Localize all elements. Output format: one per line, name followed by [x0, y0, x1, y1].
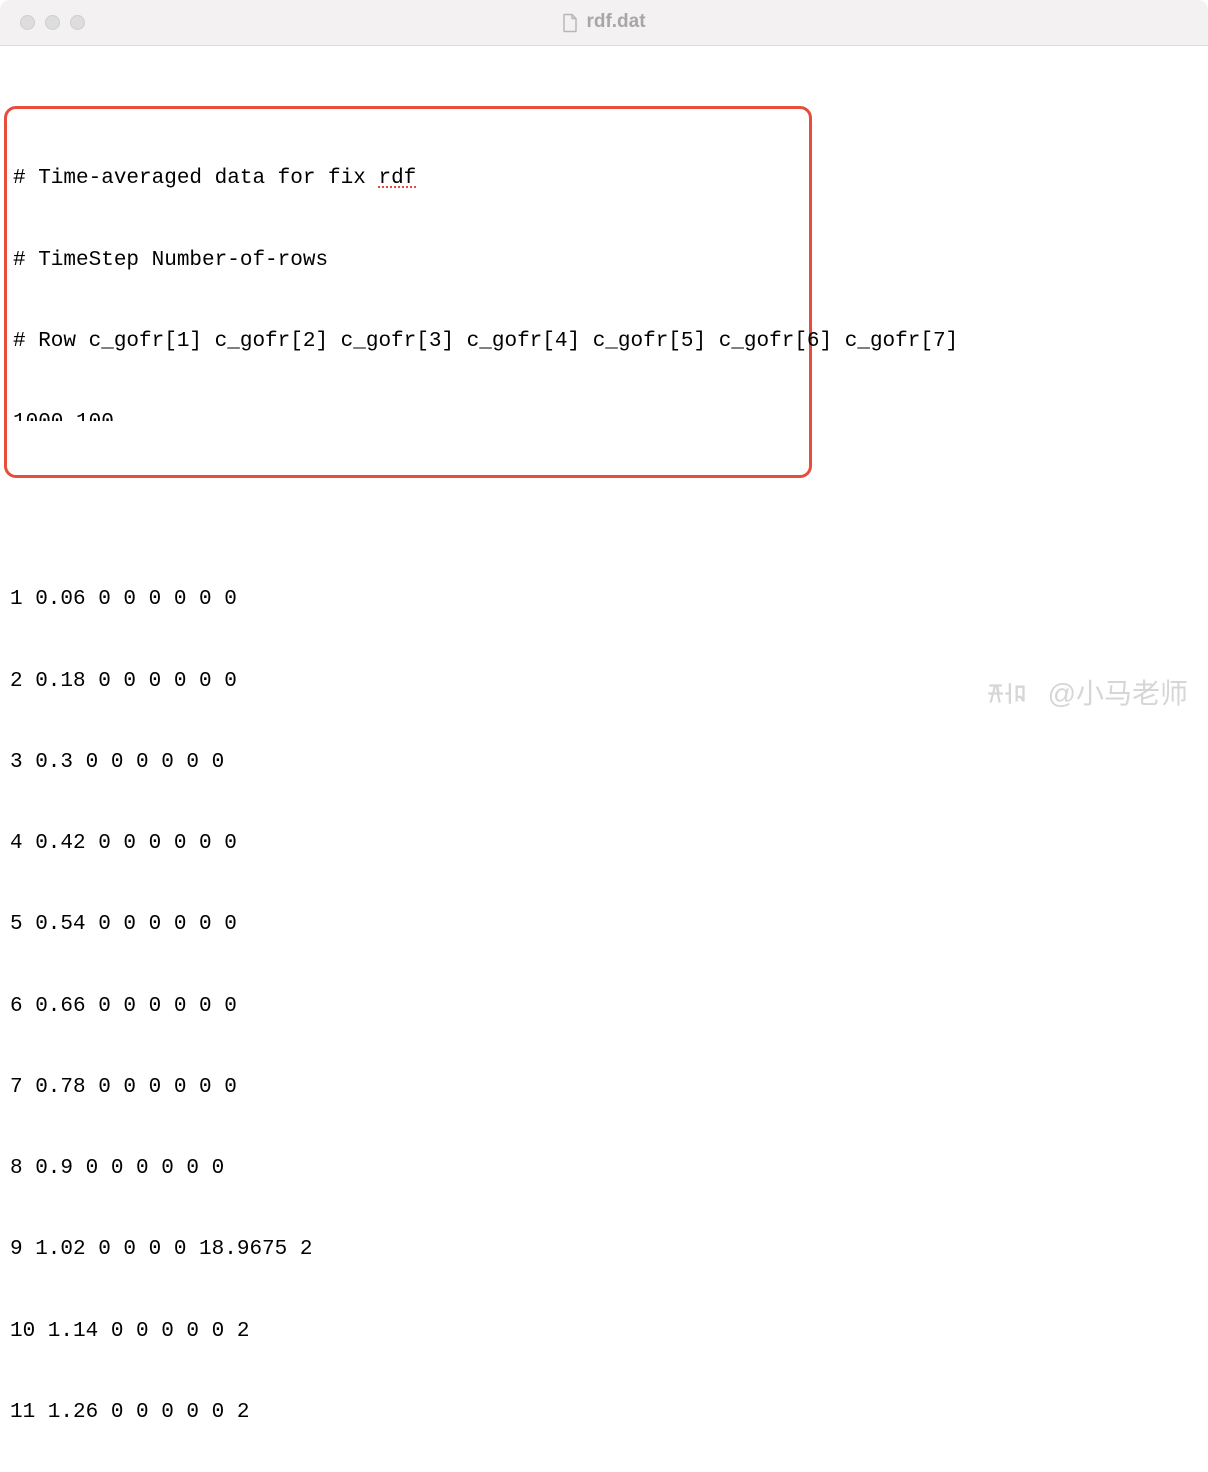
- spellcheck-underline: rdf: [378, 167, 416, 190]
- zoom-window-button[interactable]: [70, 15, 85, 30]
- data-row: 8 0.9 0 0 0 0 0 0: [10, 1155, 1198, 1182]
- window-titlebar: rdf.dat: [0, 0, 1208, 46]
- data-row: 7 0.78 0 0 0 0 0 0: [10, 1074, 1198, 1101]
- text-editor-content[interactable]: # Time-averaged data for fix rdf # TimeS…: [0, 46, 1208, 1472]
- file-header-line-3: # Row c_gofr[1] c_gofr[2] c_gofr[3] c_go…: [13, 328, 803, 355]
- data-row: 10 1.14 0 0 0 0 0 2: [10, 1318, 1198, 1345]
- data-row: 6 0.66 0 0 0 0 0 0: [10, 993, 1198, 1020]
- data-row: 9 1.02 0 0 0 0 18.9675 2: [10, 1236, 1198, 1263]
- traffic-lights: [20, 15, 85, 30]
- file-header-line-4: 1000 100: [13, 409, 803, 421]
- file-header-line-2: # TimeStep Number-of-rows: [13, 247, 803, 274]
- annotation-highlight-box: # Time-averaged data for fix rdf # TimeS…: [4, 106, 812, 478]
- document-icon: [562, 13, 578, 33]
- data-row: 11 1.26 0 0 0 0 0 2: [10, 1399, 1198, 1426]
- window-title: rdf.dat: [586, 10, 645, 35]
- file-header-line-1: # Time-averaged data for fix rdf: [13, 165, 803, 192]
- data-row: 1 0.06 0 0 0 0 0 0: [10, 586, 1198, 613]
- data-rows: 1 0.06 0 0 0 0 0 0 2 0.18 0 0 0 0 0 0 3 …: [10, 532, 1198, 1472]
- data-row: 2 0.18 0 0 0 0 0 0: [10, 668, 1198, 695]
- data-row: 3 0.3 0 0 0 0 0 0: [10, 749, 1198, 776]
- minimize-window-button[interactable]: [45, 15, 60, 30]
- close-window-button[interactable]: [20, 15, 35, 30]
- data-row: 5 0.54 0 0 0 0 0 0: [10, 911, 1198, 938]
- data-row: 4 0.42 0 0 0 0 0 0: [10, 830, 1198, 857]
